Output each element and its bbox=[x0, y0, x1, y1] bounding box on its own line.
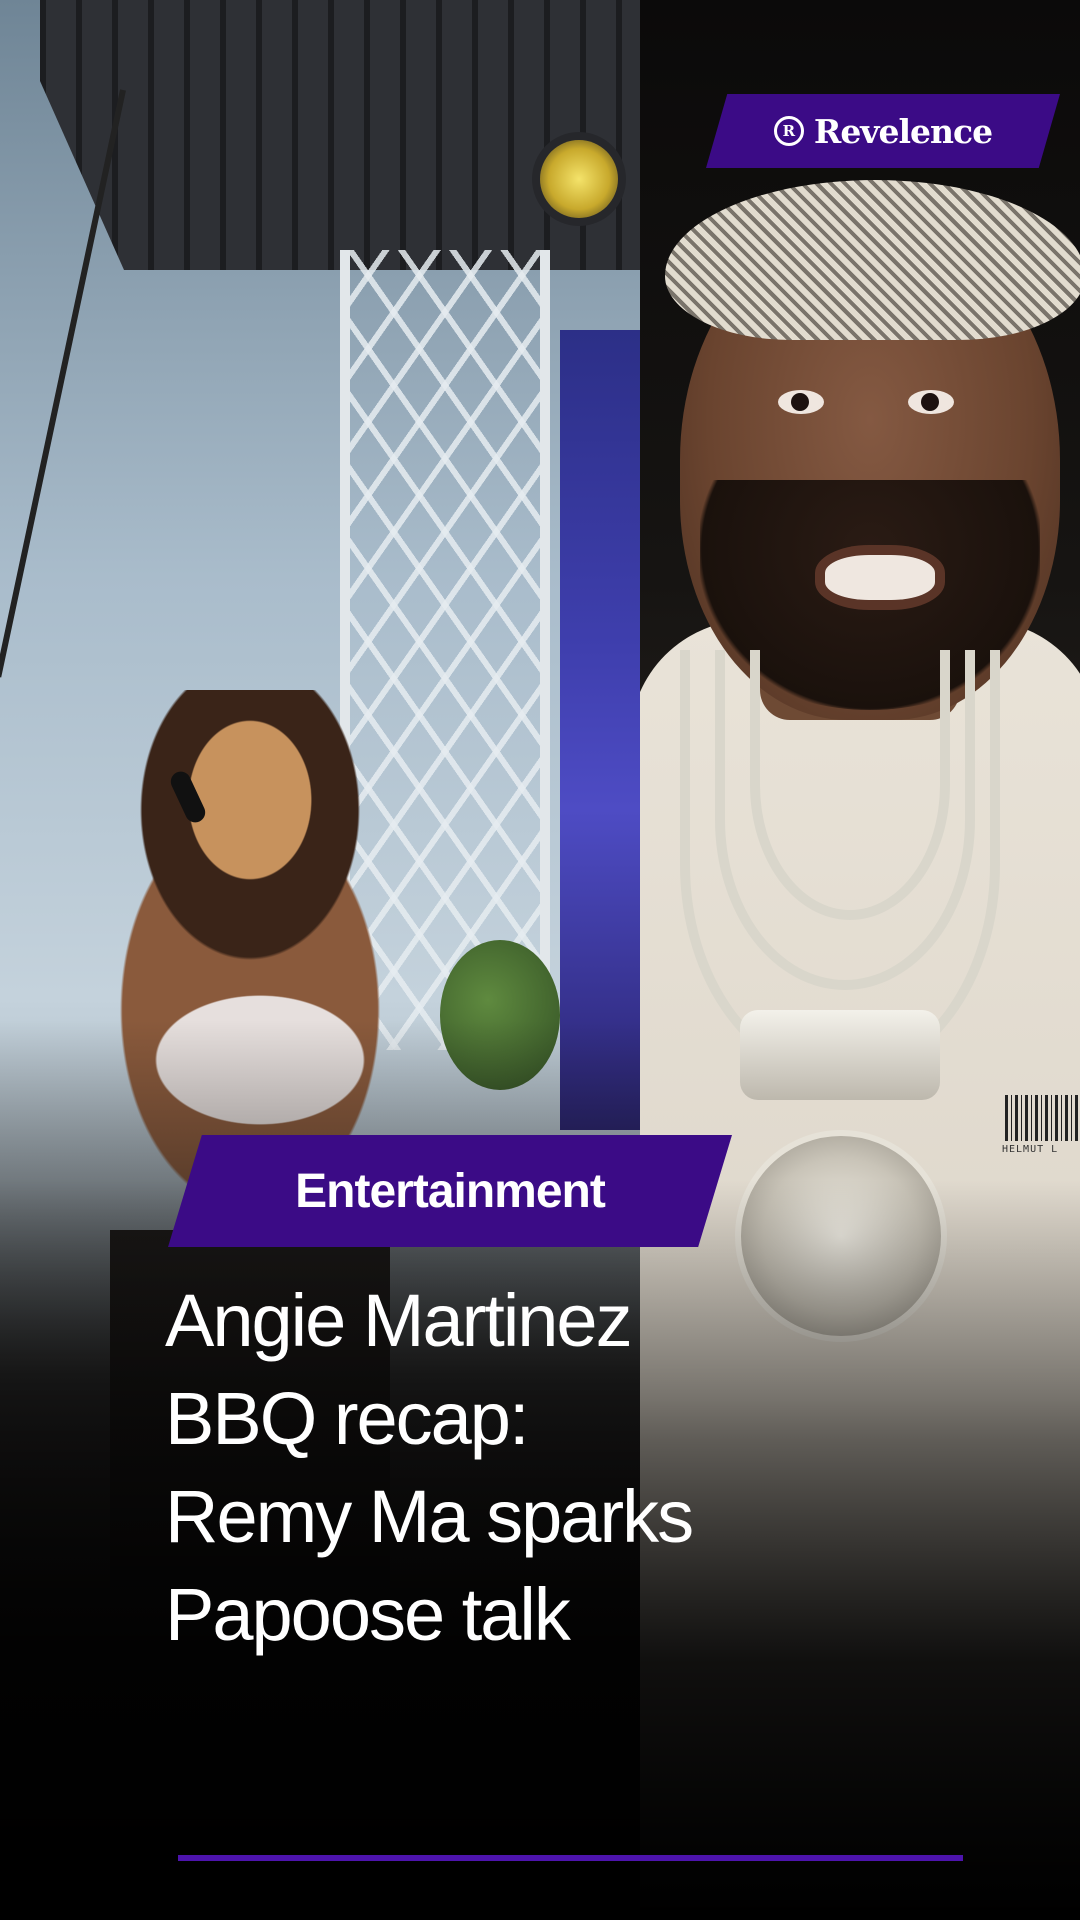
barcode-text: HELMUT L bbox=[1002, 1144, 1059, 1155]
nameplate-pendant bbox=[740, 1010, 940, 1100]
headline-line: Angie Martinez bbox=[165, 1279, 633, 1362]
brand-name: Revelence bbox=[813, 111, 993, 151]
story-headline: Angie Martinez BBQ recap: Remy Ma sparks… bbox=[165, 1272, 985, 1664]
story-progress-fill bbox=[178, 1855, 963, 1861]
left-eye bbox=[778, 390, 824, 414]
right-eye bbox=[908, 390, 954, 414]
knit-headband bbox=[665, 180, 1080, 340]
headline-line: Papoose talk bbox=[165, 1573, 571, 1656]
mouth bbox=[825, 555, 935, 600]
stage-screen bbox=[560, 330, 640, 1130]
category-tag[interactable]: Entertainment bbox=[168, 1135, 732, 1247]
barcode-label bbox=[1005, 1095, 1080, 1141]
brand-badge[interactable]: R Revelence bbox=[706, 94, 1060, 168]
story-progress-bar bbox=[178, 1855, 963, 1861]
chain-necklace bbox=[750, 650, 950, 920]
stage-cable bbox=[0, 89, 126, 678]
story-slide[interactable]: HELMUT L R Revelence Entertainment Angie… bbox=[0, 0, 1080, 1920]
brand-logo-icon: R bbox=[773, 116, 804, 146]
category-label: Entertainment bbox=[295, 1164, 606, 1218]
stage-roof-truss bbox=[40, 0, 640, 270]
stage-light bbox=[540, 140, 618, 218]
headline-line: Remy Ma sparks bbox=[165, 1475, 694, 1558]
headline-line: BBQ recap: bbox=[165, 1377, 530, 1460]
